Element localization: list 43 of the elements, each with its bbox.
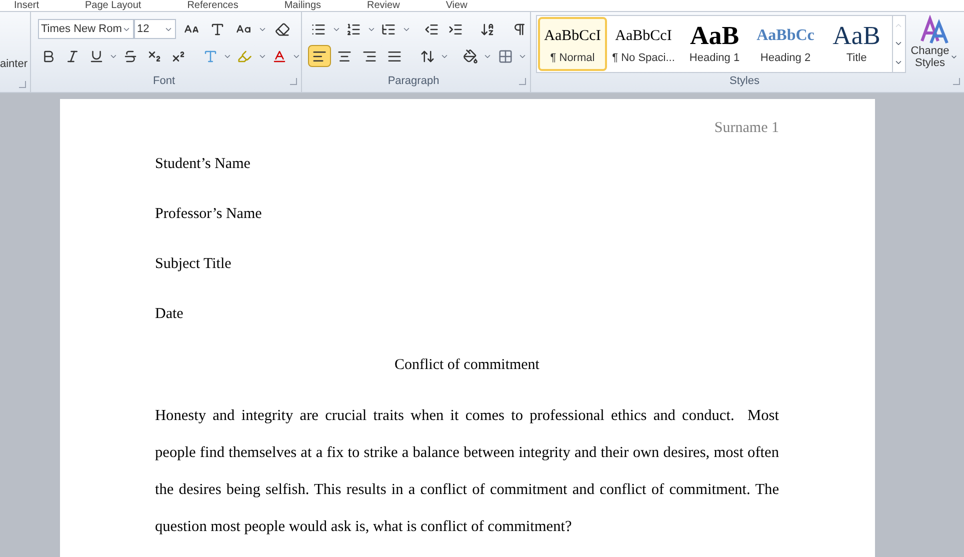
group-label: Styles [728, 74, 760, 89]
style-preview: AaB [832, 22, 880, 50]
ribbon-tab[interactable]: Mailings [284, 0, 322, 11]
font-name-field[interactable]: Times New Rom [38, 19, 134, 39]
format-painter-label[interactable]: ainter [0, 56, 30, 72]
style-gallery-item[interactable]: AaB Title [822, 17, 891, 71]
style-gallery-item[interactable]: AaB Heading 1 [680, 17, 749, 71]
page-header: Surname 1 [714, 120, 779, 136]
style-name: ¶ No Spaci... [612, 51, 675, 66]
style-gallery-item[interactable]: AaBbCc Heading 2 [751, 17, 820, 71]
style-gallery-item[interactable]: AaBbCcI ¶ No Spaci... [609, 17, 678, 71]
style-preview: AaBbCcI [544, 27, 601, 46]
align-button[interactable] [308, 45, 331, 67]
document-line: Conflict of commitment [394, 356, 540, 373]
style-preview: AaB [690, 22, 740, 50]
body-paragraph: Honesty and integrity are crucial traits when it comes to professional ethics and conduct. Most people find themselves at a fix to strike a balance between integrity and their own desires, most often the desires being selfish. This results in a conflict of commitment and conflict of commitment. The question most people would ask is, what is conflict of commitment? [155, 406, 779, 537]
ribbon-tab[interactable]: View [446, 0, 468, 11]
style-preview: AaBbCc [756, 26, 814, 46]
ribbon-tab[interactable]: Insert [14, 0, 40, 11]
style-gallery-item[interactable]: AaBbCcI ¶ Normal [538, 17, 607, 71]
style-name: Heading 1 [689, 51, 740, 66]
group-label: Font [152, 74, 176, 89]
document-line: Date [155, 306, 184, 322]
style-preview: AaBbCcI [615, 27, 672, 46]
change-styles-label: Change Styles [910, 45, 950, 69]
align-lines-icon [387, 48, 402, 64]
style-name: Title [846, 51, 867, 66]
ribbon-tab[interactable]: Page Layout [85, 0, 142, 11]
style-name: Heading 2 [760, 51, 811, 66]
document-line: Subject Title [155, 256, 232, 272]
change-styles-button[interactable]: Change Styles [908, 15, 960, 69]
style-name: ¶ Normal [550, 51, 595, 66]
ribbon-tab[interactable]: References [187, 0, 238, 11]
font-size-field[interactable]: 12 [134, 19, 176, 39]
group-label: Paragraph [386, 74, 440, 89]
document-line: Student’s Name [155, 156, 250, 172]
document-line: Professor’s Name [155, 206, 262, 222]
align-lines-icon [312, 48, 327, 64]
align-lines-icon [362, 48, 377, 64]
styles-letters-icon [919, 15, 949, 45]
align-lines-icon [337, 48, 352, 64]
caret-icon[interactable] [950, 53, 958, 61]
ribbon-tab[interactable]: Review [367, 0, 400, 11]
